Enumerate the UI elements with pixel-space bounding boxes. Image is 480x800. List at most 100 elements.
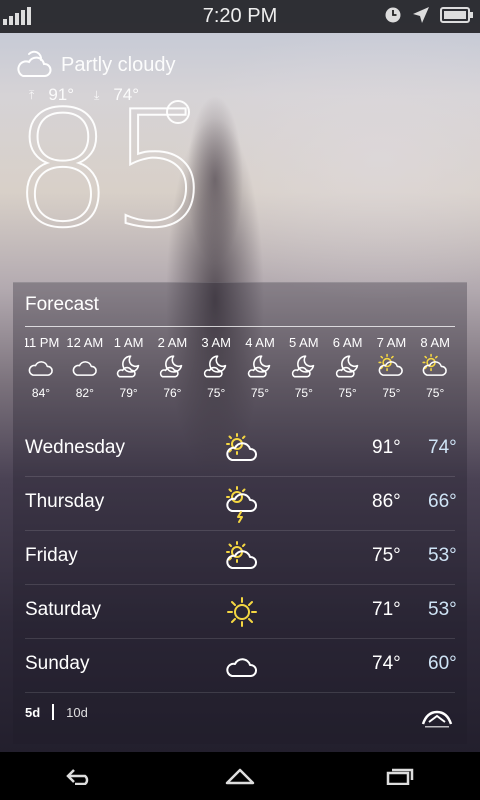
hourly-item: 8 AM 75° — [413, 335, 457, 400]
moon-cloud-icon — [335, 355, 358, 378]
day-high: 91° — [372, 437, 401, 458]
day-name: Wednesday — [25, 437, 125, 458]
hour-temp: 75° — [426, 386, 445, 400]
hour-time: 4 AM — [245, 335, 275, 350]
day-name: Thursday — [25, 491, 105, 512]
daily-row[interactable]: Wednesday 91° 74° — [25, 423, 457, 477]
home-icon — [225, 768, 255, 785]
hour-time: 5 AM — [288, 335, 319, 350]
hour-temp: 75° — [338, 386, 357, 400]
hour-icon — [238, 350, 282, 386]
day-low: 53° — [428, 545, 457, 566]
weather-app: 7:20 PM Partly cloudy ⤒ 91° ⤓ 74° 85 For… — [0, 0, 480, 800]
hour-icon — [194, 350, 238, 386]
condition-text: Partly cloudy — [61, 53, 176, 76]
range-selector: 5d 10d — [25, 704, 88, 720]
hour-icon — [369, 350, 413, 386]
hour-temp: 84° — [31, 386, 51, 400]
hour-icon — [107, 350, 151, 386]
daily-row[interactable]: Sunday 74° 60° — [25, 639, 457, 693]
range-10d-button[interactable]: 10d — [66, 705, 88, 720]
hour-temp: 75° — [250, 386, 270, 400]
hour-temp: 75° — [294, 386, 313, 400]
cloud-icon — [28, 361, 53, 376]
forecast-panel[interactable]: Forecast 11 PM 84° 12 AM 82° 1 AM 79° 2 AM … — [13, 282, 467, 744]
day-name: Friday — [25, 545, 78, 566]
range-separator — [52, 704, 55, 720]
hour-icon — [63, 350, 107, 386]
daily-row[interactable]: Friday 75° 53° — [25, 531, 457, 585]
sun-icon — [227, 597, 257, 627]
hourly-item: 6 AM 75° — [326, 335, 370, 400]
hourly-item: 7 AM 75° — [369, 335, 413, 400]
moon-cloud-icon — [247, 355, 271, 378]
hour-temp: 79° — [119, 386, 138, 400]
day-icon — [223, 648, 261, 686]
day-high: 86° — [372, 491, 401, 512]
status-bar: 7:20 PM — [0, 0, 480, 33]
daily-forecast: Wednesday 91° 74° Thursday 86° 66° Friday … — [25, 423, 457, 693]
hour-time: 7 AM — [376, 335, 407, 350]
hourly-item: 5 AM 75° — [282, 335, 326, 400]
day-high: 74° — [372, 653, 401, 674]
hour-time: 1 AM — [113, 335, 144, 350]
hour-time: 8 AM — [420, 335, 450, 350]
hour-time: 12 AM — [66, 335, 104, 350]
sun-cloud-icon — [422, 353, 448, 376]
hour-icon — [282, 350, 326, 386]
day-name: Saturday — [25, 599, 102, 620]
cloud-icon — [72, 361, 97, 376]
degree-symbol — [166, 100, 190, 124]
moon-cloud-icon — [203, 355, 227, 378]
alarm-icon — [385, 7, 401, 23]
hour-icon — [25, 350, 63, 386]
hour-temp: 82° — [75, 386, 94, 400]
hourly-item: 4 AM 75° — [238, 335, 282, 400]
hour-time: 11 PM — [25, 335, 60, 350]
thunderstorm-icon — [226, 486, 257, 523]
day-icon — [223, 540, 261, 578]
day-icon — [223, 594, 261, 632]
day-low: 60° — [428, 653, 457, 674]
day-low: 53° — [428, 599, 457, 620]
day-low: 66° — [428, 491, 457, 512]
hour-temp: 75° — [207, 386, 226, 400]
hourly-item: 1 AM 79° — [107, 335, 151, 400]
day-low: 74° — [428, 437, 457, 458]
moon-cloud-icon — [160, 355, 183, 378]
hourly-item: 3 AM 75° — [194, 335, 238, 400]
hour-time: 6 AM — [332, 335, 363, 350]
daily-row[interactable]: Saturday 71° 53° — [25, 585, 457, 639]
recent-apps-button[interactable] — [370, 756, 430, 796]
forecast-title: Forecast — [25, 294, 99, 315]
sun-cloud-icon — [226, 541, 257, 569]
hourly-item: 12 AM 82° — [63, 335, 107, 400]
day-name: Sunday — [25, 653, 90, 674]
day-high: 71° — [372, 599, 401, 620]
hour-temp: 76° — [163, 386, 182, 400]
sun-cloud-icon — [226, 433, 257, 461]
day-icon — [223, 486, 261, 524]
home-button[interactable] — [210, 756, 270, 796]
moon-cloud-icon — [291, 355, 315, 378]
back-button[interactable] — [50, 756, 110, 796]
location-icon — [413, 7, 429, 23]
day-icon — [223, 432, 261, 470]
hour-icon — [326, 350, 370, 386]
hour-time: 2 AM — [157, 335, 188, 350]
hourly-item: 11 PM 84° — [25, 335, 63, 400]
navigation-bar — [0, 752, 480, 800]
back-icon — [66, 769, 89, 785]
daily-row[interactable]: Thursday 86° 66° — [25, 477, 457, 531]
cloud-icon — [226, 658, 257, 677]
hour-temp: 75° — [382, 386, 401, 400]
hourly-forecast[interactable]: 11 PM 84° 12 AM 82° 1 AM 79° 2 AM 76° 3 AM 7… — [25, 335, 467, 415]
sun-cloud-icon — [378, 353, 404, 376]
divider — [25, 326, 455, 327]
day-high: 75° — [372, 545, 401, 566]
brand-logo-icon[interactable] — [421, 708, 453, 730]
moon-cloud-icon — [116, 355, 139, 378]
hour-icon — [413, 350, 457, 386]
range-5d-button[interactable]: 5d — [25, 705, 40, 720]
recent-apps-icon — [386, 768, 414, 785]
